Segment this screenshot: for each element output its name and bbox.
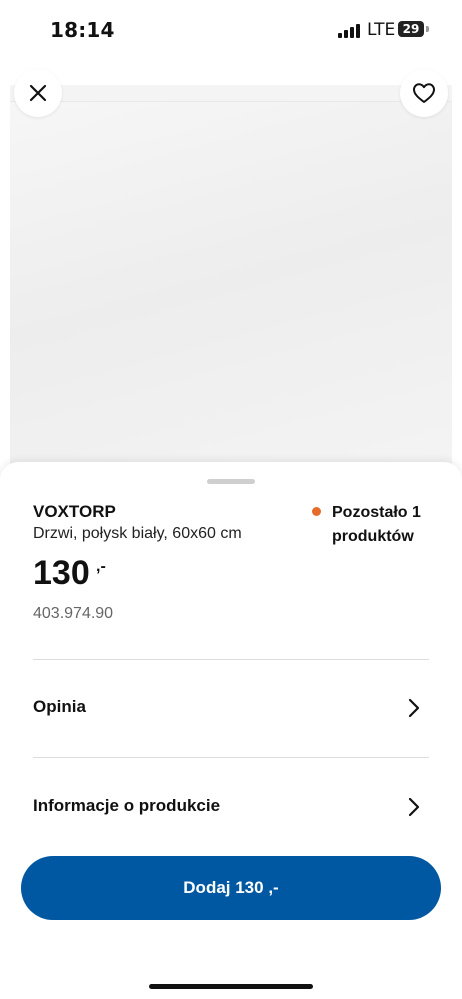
article-number: 403.974.90	[33, 605, 114, 622]
sheet-drag-handle[interactable]	[207, 479, 255, 484]
battery-icon: 29	[398, 21, 424, 37]
heart-icon	[413, 83, 435, 103]
reviews-row[interactable]: Opinia	[33, 679, 429, 739]
divider	[33, 757, 429, 758]
stock-status: Pozostało 1 produktów	[332, 504, 421, 545]
home-indicator	[149, 984, 313, 989]
network-label: LTE	[367, 20, 396, 40]
chevron-right-icon	[408, 698, 420, 718]
close-icon	[29, 84, 47, 102]
close-button[interactable]	[14, 69, 62, 117]
status-bar: 18:14 LTE 29	[0, 0, 462, 60]
chevron-right-icon	[408, 797, 420, 817]
product-info-label: Informacje o produkcie	[33, 796, 221, 815]
battery-cap	[426, 26, 429, 32]
product-info-row[interactable]: Informacje o produkcie	[33, 778, 429, 838]
image-top-strip	[10, 85, 452, 102]
signal-icon	[338, 24, 362, 38]
status-time: 18:14	[50, 18, 115, 42]
product-sheet: VOXTORP Drzwi, połysk biały, 60x60 cm 13…	[0, 462, 462, 999]
add-to-cart-button[interactable]: Dodaj 130 ,-	[21, 856, 441, 920]
product-name: VOXTORP	[33, 502, 116, 521]
divider	[33, 659, 429, 660]
price-suffix: ,-	[96, 558, 106, 575]
product-description: Drzwi, połysk biały, 60x60 cm	[33, 525, 242, 542]
product-price: 130	[33, 554, 90, 592]
favorite-button[interactable]	[400, 69, 448, 117]
product-image[interactable]	[10, 85, 452, 475]
stock-indicator-dot	[312, 507, 321, 516]
reviews-label: Opinia	[33, 697, 86, 716]
